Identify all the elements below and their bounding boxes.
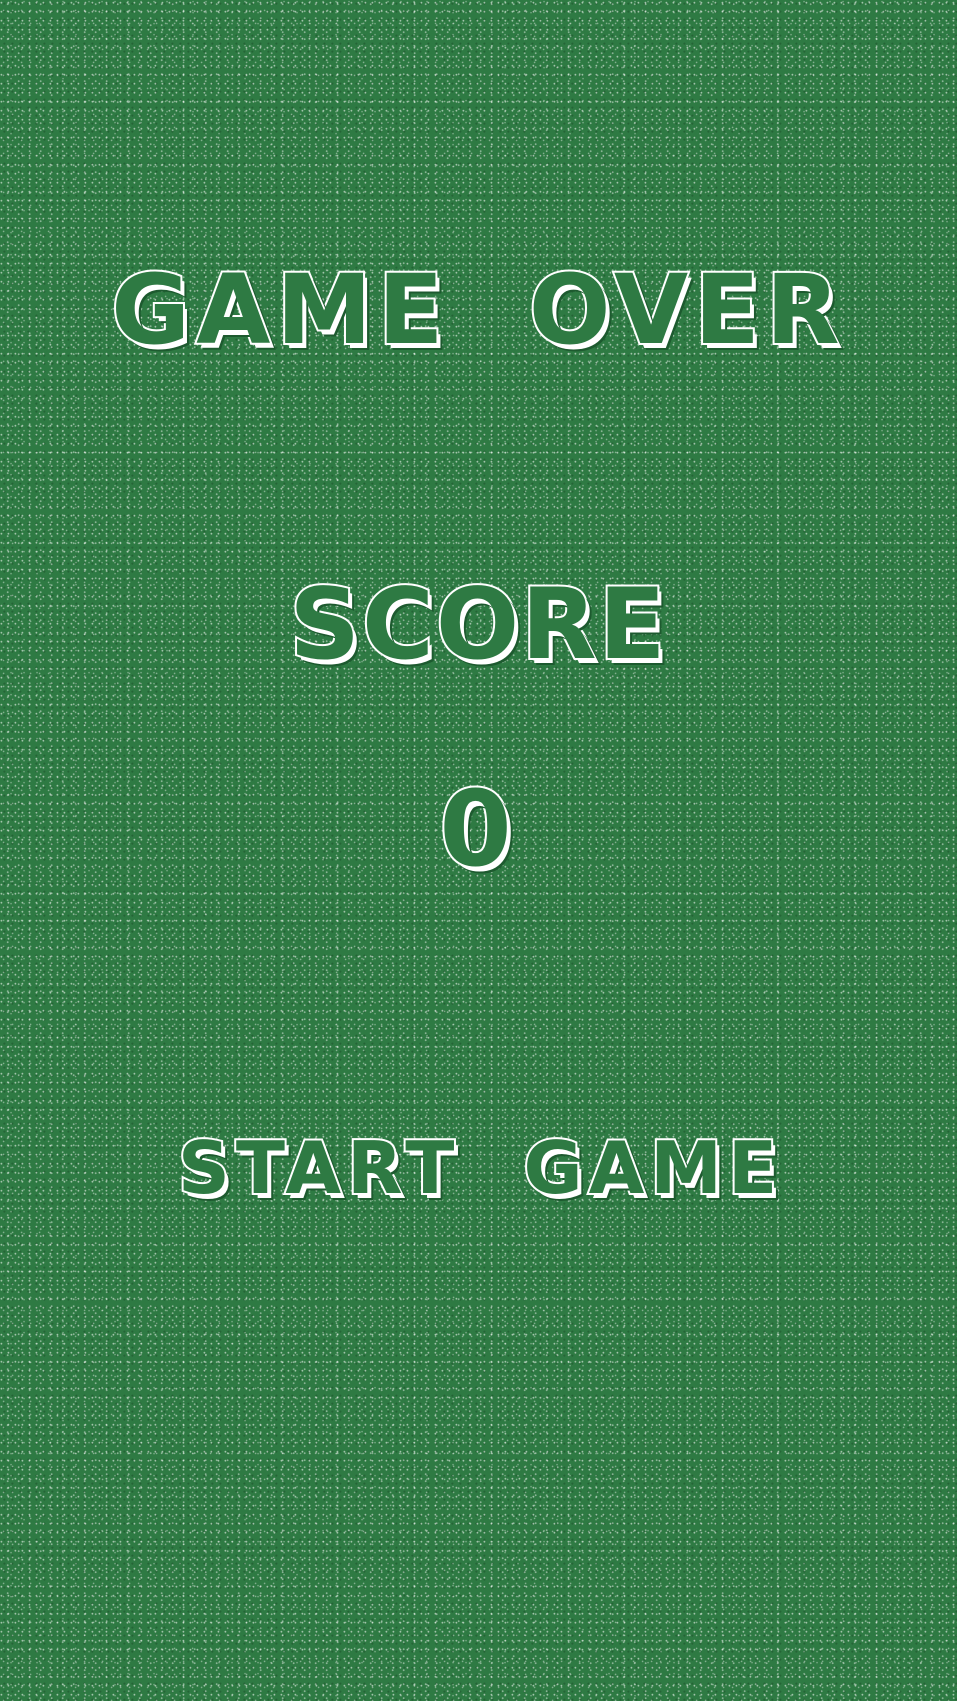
start-game-button[interactable]: START GAME <box>176 1123 779 1213</box>
score-value: 0 <box>437 768 518 890</box>
score-label: SCORE <box>287 568 668 682</box>
game-over-title: GAME OVER <box>109 253 846 367</box>
